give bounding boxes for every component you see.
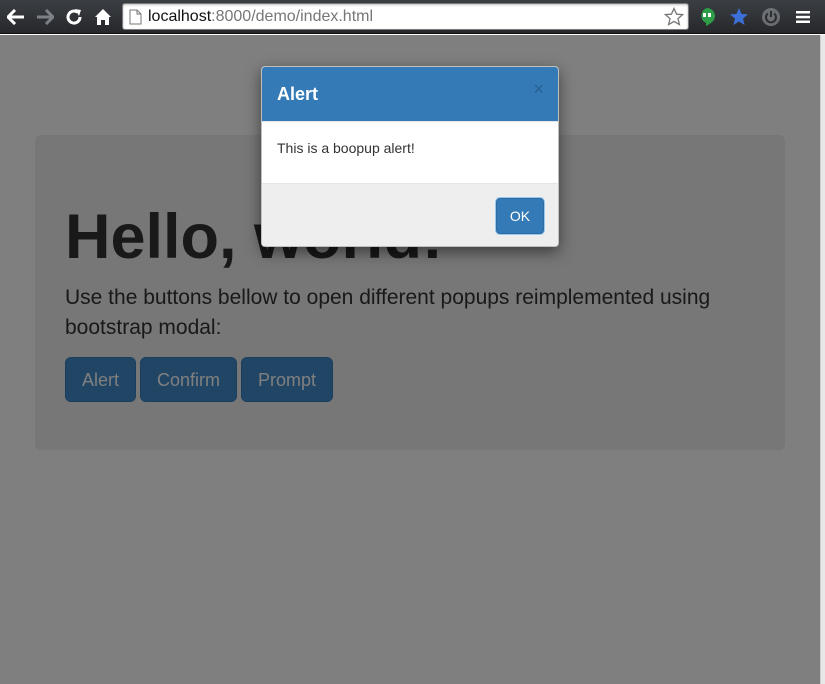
modal-footer: OK xyxy=(262,183,558,246)
modal-message: This is a boopup alert! xyxy=(277,140,415,156)
alert-modal: Alert × This is a boopup alert! OK xyxy=(261,66,559,247)
power-icon[interactable] xyxy=(760,6,782,28)
reload-icon[interactable] xyxy=(63,6,85,28)
url-text: localhost:8000/demo/index.html xyxy=(148,8,373,26)
close-icon[interactable]: × xyxy=(533,79,544,99)
hangouts-icon[interactable] xyxy=(696,6,718,28)
url-host: localhost xyxy=(148,8,212,25)
home-icon[interactable] xyxy=(92,6,114,28)
page-icon xyxy=(129,9,142,25)
modal-header: Alert × xyxy=(262,67,558,122)
url-path: :8000/demo/index.html xyxy=(211,8,374,25)
bookmarks-icon[interactable] xyxy=(728,6,750,28)
back-arrow-icon[interactable] xyxy=(5,6,27,28)
window-edge xyxy=(820,35,825,684)
modal-title: Alert xyxy=(277,84,319,104)
browser-toolbar: localhost:8000/demo/index.html xyxy=(0,0,825,34)
forward-arrow-icon[interactable] xyxy=(34,6,56,28)
menu-icon[interactable] xyxy=(792,6,814,28)
bookmark-star-icon[interactable] xyxy=(664,7,684,27)
address-bar[interactable]: localhost:8000/demo/index.html xyxy=(122,3,689,30)
ok-button[interactable]: OK xyxy=(496,198,544,234)
